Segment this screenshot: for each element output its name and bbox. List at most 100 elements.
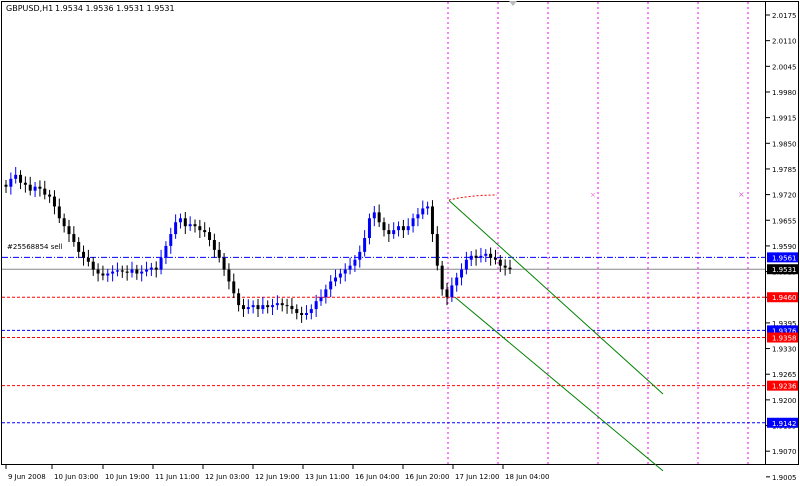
candle-body [430, 206, 434, 235]
candle-body [498, 259, 502, 266]
candle-body [14, 174, 18, 179]
y-tick-label: 1.9330 [772, 346, 797, 354]
candle-body [372, 212, 376, 219]
y-tick-label: 2.0110 [772, 38, 797, 46]
candle-body [309, 309, 313, 314]
candle-body [62, 218, 66, 227]
chart-background [0, 0, 800, 486]
candle-body [203, 230, 207, 233]
candle-body [241, 305, 245, 310]
candle-body [304, 313, 308, 315]
candle-body [363, 238, 367, 252]
price-tag-label: 1.9142 [772, 420, 797, 428]
candle-body [164, 245, 168, 258]
candle-body [188, 224, 192, 227]
y-tick-label: 1.9980 [772, 89, 797, 97]
candle-body [33, 186, 37, 191]
candle-body [382, 222, 386, 231]
order-label: #25568854 sell [7, 243, 63, 251]
candle-body [217, 249, 221, 258]
candle-body [421, 208, 425, 215]
candle-body [52, 196, 56, 207]
candle-body [183, 218, 187, 227]
x-tick-label: 9 Jun 2008 [8, 473, 46, 481]
candle-body [406, 226, 410, 231]
candle-body [135, 269, 139, 274]
price-tag-label: 1.9236 [772, 383, 797, 391]
x-tick-label: 12 Jun 03:00 [205, 473, 249, 481]
x-tick-label: 18 Jun 04:00 [505, 473, 549, 481]
candle-body [101, 273, 105, 276]
candle-body [285, 305, 289, 307]
candle-body [455, 277, 459, 286]
candle-body [9, 178, 13, 187]
candle-body [159, 257, 163, 270]
candle-body [338, 273, 342, 278]
candle-body [154, 267, 158, 270]
candle-body [445, 289, 449, 298]
y-tick-label: 1.9070 [772, 448, 797, 456]
candle-body [469, 255, 473, 260]
y-tick-label: 1.9720 [772, 192, 797, 200]
candle-body [256, 305, 260, 310]
candle-body [275, 303, 279, 306]
candle-body [489, 253, 493, 258]
candle-body [111, 271, 115, 274]
candle-body [435, 234, 439, 266]
candle-body [246, 307, 250, 310]
y-tick-label: 1.9005 [772, 474, 797, 482]
y-tick-label: 1.9785 [772, 166, 797, 174]
candle-body [353, 259, 357, 266]
candle-body [23, 182, 27, 185]
candle-body [43, 188, 47, 195]
candle-body [4, 184, 8, 187]
candle-body [57, 206, 61, 219]
candle-body [367, 218, 371, 239]
cross-marker-2: × [738, 190, 745, 199]
candle-body [19, 174, 23, 183]
candle-body [82, 251, 86, 258]
candle-body [115, 270, 119, 272]
candle-body [426, 206, 430, 209]
candle-body [503, 265, 507, 268]
x-tick-label: 10 Jun 19:00 [105, 473, 149, 481]
candle-body [479, 255, 483, 258]
candle-body [174, 222, 178, 235]
candle-body [149, 267, 153, 270]
candle-body [145, 269, 149, 272]
candle-body [329, 281, 333, 290]
candle-body [251, 305, 255, 308]
candle-body [130, 269, 134, 273]
candle-body [508, 267, 512, 270]
y-tick-label: 1.9850 [772, 140, 797, 148]
candle-body [77, 241, 81, 252]
price-tag-label: 1.9531 [772, 266, 797, 274]
x-tick-label: 16 Jun 20:00 [405, 473, 449, 481]
candle-body [343, 269, 347, 274]
candle-body [120, 270, 124, 272]
candle-body [169, 234, 173, 246]
price-tag-label: 1.9460 [772, 294, 797, 302]
candle-body [266, 305, 270, 308]
price-tag-label: 1.9358 [772, 335, 797, 343]
candle-body [96, 269, 100, 274]
chart-header-symbol: GBPUSD,H1 [6, 4, 53, 13]
price-tag-label: 1.9561 [772, 254, 797, 262]
price-chart[interactable]: × × GBPUSD,H1 1.9534 1.9536 1.9531 1.953… [0, 0, 800, 486]
candle-body [484, 253, 488, 256]
candle-body [460, 269, 464, 278]
candle-body [290, 305, 294, 310]
candle-body [261, 305, 265, 310]
candle-body [334, 277, 338, 282]
candle-body [193, 224, 197, 227]
x-tick-label: 11 Jun 11:00 [155, 473, 199, 481]
candle-body [348, 265, 352, 270]
x-tick-label: 13 Jun 11:00 [305, 473, 349, 481]
x-tick-label: 16 Jun 04:00 [355, 473, 399, 481]
y-tick-label: 1.9265 [772, 371, 797, 379]
candle-body [300, 313, 304, 315]
candle-body [232, 281, 236, 294]
candle-body [387, 230, 391, 235]
candle-body [67, 226, 71, 235]
candle-body [493, 257, 497, 260]
